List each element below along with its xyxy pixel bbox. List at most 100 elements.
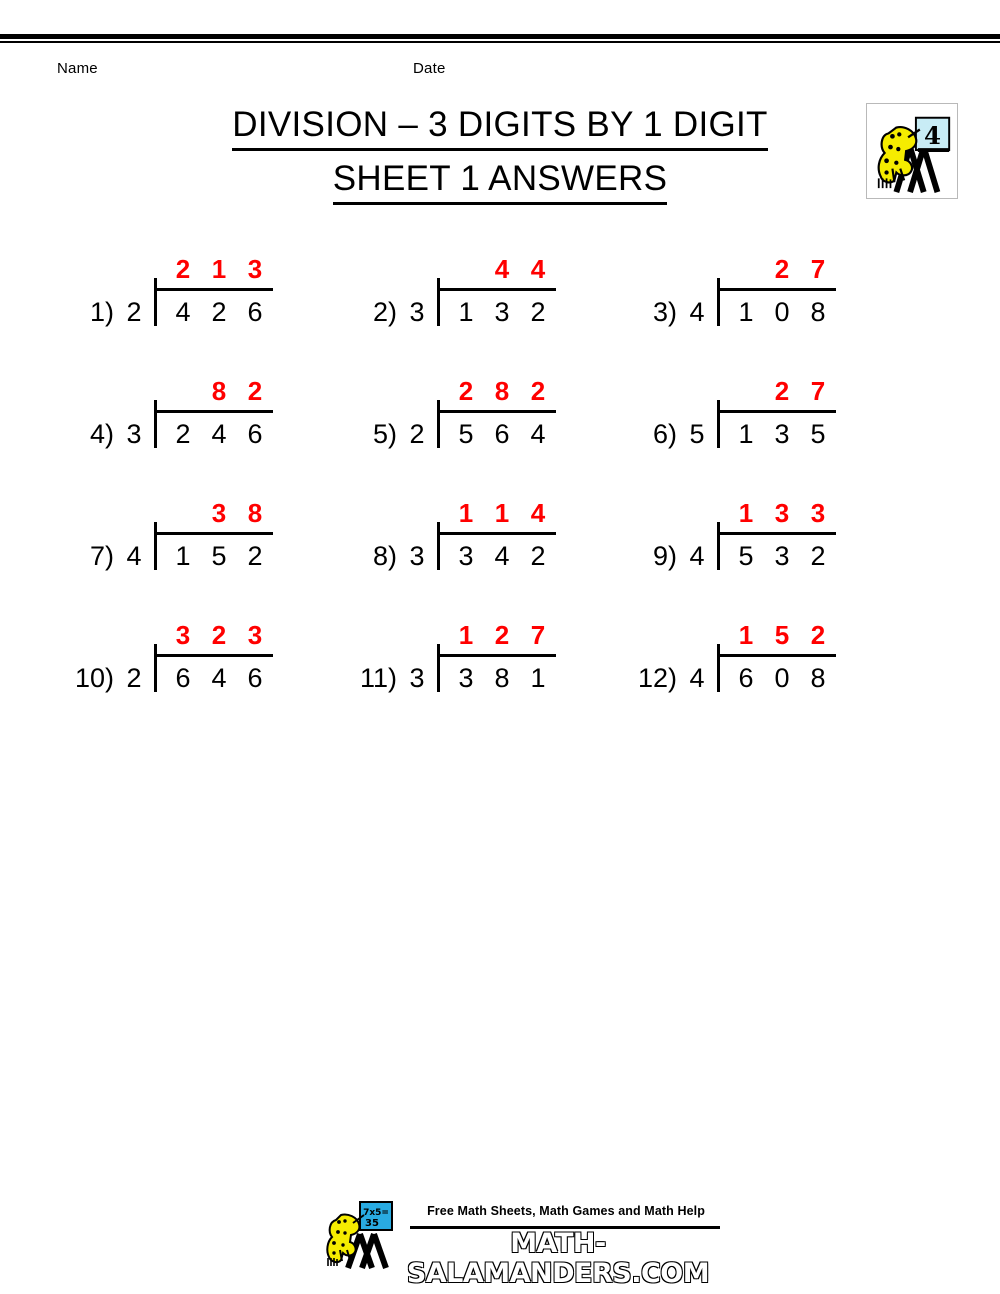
division-bar-icon [437,400,440,448]
problem-index: 8) [372,541,397,571]
dividend-digit: 4 [211,663,227,693]
page-title-line-1: DIVISION – 3 DIGITS BY 1 DIGIT [232,102,768,151]
dividend-digit: 6 [247,297,263,327]
division-problem: 10) 2 3 2 3 6 4 6 [62,598,273,720]
dividend-digit: 4 [211,419,227,449]
page-header: Name Date DIVISION – 3 DIGITS BY 1 DIGIT… [0,50,1000,210]
problem-index: 9) [652,541,677,571]
division-vinculum-icon [154,288,273,291]
page-title: DIVISION – 3 DIGITS BY 1 DIGIT SHEET 1 A… [0,102,1000,205]
quotient: 8 2 [165,376,273,410]
page-top-rule-thick [0,34,1000,39]
dividend-digit: 4 [494,541,510,571]
problem-index: 10) [74,663,114,693]
dividend-digit: 2 [530,541,546,571]
dividend-digit: 0 [774,297,790,327]
division-problem: 9) 4 1 3 3 5 3 2 [625,476,836,598]
quotient: 2 8 2 [448,376,556,410]
quotient-digit: 1 [458,620,474,650]
quotient-digit: 1 [458,498,474,528]
long-division-bracket: 3 2 3 6 4 6 [154,620,273,720]
quotient-digit: 1 [211,254,227,284]
quotient-digit: 3 [175,620,191,650]
quotient-digit: 4 [494,254,510,284]
division-bar-icon [154,522,157,570]
division-problem: 11) 3 1 2 7 3 8 1 [345,598,556,720]
dividend-digit: 4 [530,419,546,449]
dividend: 5 6 4 [448,410,556,448]
divisor: 3 [126,419,142,449]
salamander-board-icon: 4 [866,103,958,199]
dividend-digit: 6 [175,663,191,693]
dividend-digit: 5 [738,541,754,571]
quotient-digit: 1 [738,620,754,650]
quotient-digit: 8 [247,498,263,528]
footer-tagline: Free Math Sheets, Math Games and Math He… [427,1204,705,1218]
dividend-digit: 6 [247,419,263,449]
quotient: 1 3 3 [728,498,836,532]
quotient-digit: 2 [774,376,790,406]
division-vinculum-icon [437,654,556,657]
long-division-bracket: 4 4 1 3 2 [437,254,556,354]
division-bar-icon [717,522,720,570]
quotient-digit: 3 [211,498,227,528]
divisor: 3 [409,541,425,571]
quotient-digit: 3 [247,620,263,650]
quotient: 2 7 [728,376,836,410]
quotient-digit: 3 [810,498,826,528]
divisor: 5 [689,419,705,449]
quotient-digit: 2 [247,376,263,406]
quotient-digit: 2 [774,254,790,284]
division-bar-icon [437,644,440,692]
problem-index: 11) [359,663,397,693]
dividend: 1 0 8 [728,288,836,326]
dividend-digit: 3 [458,541,474,571]
dividend-digit: 1 [530,663,546,693]
long-division-bracket: 1 1 4 3 4 2 [437,498,556,598]
dividend-digit: 3 [458,663,474,693]
division-vinculum-icon [154,654,273,657]
dividend: 5 3 2 [728,532,836,570]
division-bar-icon [717,400,720,448]
quotient-digit: 2 [494,620,510,650]
division-vinculum-icon [717,654,836,657]
svg-text:7x5=: 7x5= [363,1208,389,1218]
quotient-digit: 5 [774,620,790,650]
dividend-digit: 8 [810,297,826,327]
dividend-digit: 8 [810,663,826,693]
problem-index: 7) [89,541,114,571]
quotient-digit: 3 [247,254,263,284]
dividend-digit: 2 [211,297,227,327]
quotient: 1 5 2 [728,620,836,654]
problem-index: 3) [652,297,677,327]
long-division-bracket: 2 8 2 5 6 4 [437,376,556,476]
divisor: 2 [126,663,142,693]
dividend-digit: 0 [774,663,790,693]
long-division-bracket: 1 5 2 6 0 8 [717,620,836,720]
long-division-bracket: 1 2 7 3 8 1 [437,620,556,720]
dividend-digit: 2 [247,541,263,571]
division-problem: 2) 3 4 4 1 3 2 [345,232,556,354]
division-problem: 5) 2 2 8 2 5 6 4 [345,354,556,476]
division-bar-icon [437,278,440,326]
long-division-bracket: 2 7 1 0 8 [717,254,836,354]
quotient-digit: 2 [810,620,826,650]
divisor: 4 [689,541,705,571]
division-vinculum-icon [437,288,556,291]
quotient: 3 8 [165,498,273,532]
problem-index: 6) [652,419,677,449]
dividend: 2 4 6 [165,410,273,448]
svg-text:4: 4 [924,121,941,150]
dividend-digit: 5 [810,419,826,449]
name-label: Name [57,60,98,77]
division-problem: 3) 4 2 7 1 0 8 [625,232,836,354]
quotient-digit: 2 [175,254,191,284]
dividend: 3 8 1 [448,654,556,692]
dividend-digit: 8 [494,663,510,693]
division-bar-icon [154,278,157,326]
problem-index: 12) [637,663,677,693]
quotient-digit: 4 [530,254,546,284]
division-bar-icon [154,400,157,448]
problem-index: 4) [89,419,114,449]
dividend: 6 0 8 [728,654,836,692]
